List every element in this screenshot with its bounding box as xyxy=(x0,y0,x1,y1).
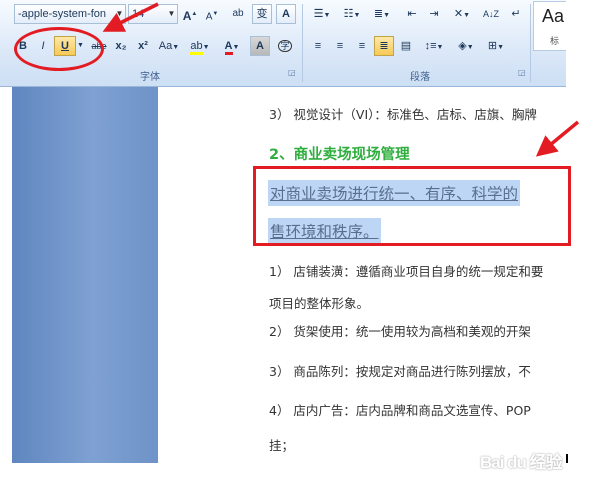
chevron-down-icon: ▼ xyxy=(115,9,124,18)
enclose-char-icon: 字 xyxy=(278,40,292,52)
chevron-down-icon: ▼ xyxy=(167,9,176,18)
justify-icon: ≣ xyxy=(379,40,389,52)
char-shading-icon: A xyxy=(256,40,264,52)
paint-bucket-icon: ◈ xyxy=(458,40,467,52)
bullet-list-icon: ☰ xyxy=(313,8,324,20)
font-size-value: 14 xyxy=(132,8,145,20)
style-sample-name: 标 xyxy=(550,37,560,47)
paragraph-group-label: 段落 xyxy=(410,72,430,83)
align-center-button[interactable]: ≡ xyxy=(330,36,350,56)
grow-font-button[interactable]: A▲ xyxy=(180,4,200,24)
font-color-button[interactable]: A▼ xyxy=(218,36,246,56)
sort-icon: A↓Z xyxy=(482,9,499,19)
decrease-indent-button[interactable]: ⇤ xyxy=(402,4,422,24)
document-page[interactable]: 3） 视觉设计（VI）：标准色、店标、店旗、胸牌 2、商业卖场现场管理 对商业卖… xyxy=(158,87,566,463)
navigation-pane xyxy=(12,87,158,463)
align-left-button[interactable]: ≡ xyxy=(308,36,328,56)
paragraph-dialog-launcher-icon[interactable]: ◲ xyxy=(518,68,526,77)
doc-line-shelves: 2） 货架使用：统一使用较为高档和美观的开架 xyxy=(269,324,531,339)
phonetic-icon: 变 xyxy=(256,8,268,20)
line-spacing-button[interactable]: ↕≡▼ xyxy=(420,36,448,56)
phonetic-guide-button[interactable]: 变 xyxy=(252,4,272,24)
char-border-icon: A xyxy=(282,8,290,20)
character-shading-button[interactable]: A xyxy=(250,36,270,56)
font-group-label: 字体 xyxy=(140,72,160,83)
enclose-characters-button[interactable]: 字 xyxy=(274,36,296,56)
doc-line-display: 3） 商品陈列：按规定对商品进行陈列摆放，不 xyxy=(269,364,531,379)
font-name-combobox[interactable]: -apple-system-fon ▼ xyxy=(14,4,126,24)
doc-line-decoration: 1） 店铺装潢：遵循商业项目自身的统一规定和要 xyxy=(269,264,544,279)
show-marks-button[interactable]: ↵ xyxy=(506,4,526,24)
quick-styles-gallery[interactable]: Aa 标 xyxy=(533,1,566,51)
distribute-icon: ▤ xyxy=(400,40,412,52)
distributed-button[interactable]: ▤ xyxy=(396,36,416,56)
doc-line-vi: 3） 视觉设计（VI）：标准色、店标、店旗、胸牌 xyxy=(269,107,537,122)
chinese-layout-icon: ✕ xyxy=(453,8,464,20)
subscript-button[interactable]: x₂ xyxy=(112,36,130,56)
text-cursor xyxy=(566,454,568,463)
font-color-icon: A xyxy=(224,40,233,55)
borders-button[interactable]: ⊞▼ xyxy=(482,36,510,56)
font-dialog-launcher-icon[interactable]: ◲ xyxy=(288,68,296,77)
font-size-combobox[interactable]: 14 ▼ xyxy=(128,4,178,24)
shading-button[interactable]: ◈▼ xyxy=(452,36,480,56)
annotation-circle xyxy=(14,27,104,71)
change-case-icon: Aa xyxy=(158,40,173,52)
subscript-icon: x₂ xyxy=(115,40,127,52)
multilevel-list-button[interactable]: ≣▼ xyxy=(368,4,396,24)
multilevel-list-icon: ≣ xyxy=(373,8,384,20)
doc-line-hang: 挂； xyxy=(269,438,295,453)
justify-button[interactable]: ≣ xyxy=(374,36,394,56)
character-border-button[interactable]: A xyxy=(276,4,296,24)
line-spacing-icon: ↕≡ xyxy=(424,40,437,52)
watermark: Bai du 经验 xyxy=(480,453,563,472)
align-left-icon: ≡ xyxy=(314,40,322,52)
clear-format-button[interactable]: ab xyxy=(226,4,250,24)
align-right-icon: ≡ xyxy=(358,40,366,52)
numbered-list-icon: ☷ xyxy=(343,8,354,20)
paragraph-mark-icon: ↵ xyxy=(511,8,521,20)
chinese-layout-button[interactable]: ✕▼ xyxy=(448,4,476,24)
superscript-button[interactable]: x² xyxy=(134,36,152,56)
group-separator xyxy=(530,4,531,82)
highlight-button[interactable]: ab▼ xyxy=(186,36,214,56)
highlighter-icon: ab xyxy=(190,40,203,55)
increase-indent-icon: ⇥ xyxy=(429,8,439,20)
sort-button[interactable]: A↓Z xyxy=(480,4,502,24)
align-center-icon: ≡ xyxy=(336,40,344,52)
eraser-icon: ab xyxy=(232,8,244,19)
annotation-selection-box xyxy=(253,166,571,246)
decrease-indent-icon: ⇤ xyxy=(407,8,417,20)
increase-indent-button[interactable]: ⇥ xyxy=(424,4,444,24)
shrink-font-button[interactable]: A▼ xyxy=(202,4,222,24)
doc-line-image: 项目的整体形象。 xyxy=(269,296,370,311)
group-separator xyxy=(302,4,303,82)
bullets-button[interactable]: ☰▼ xyxy=(308,4,336,24)
change-case-button[interactable]: Aa▼ xyxy=(156,36,182,56)
numbering-button[interactable]: ☷▼ xyxy=(338,4,366,24)
section-heading: 2、商业卖场现场管理 xyxy=(269,147,410,163)
align-right-button[interactable]: ≡ xyxy=(352,36,372,56)
style-sample: Aa xyxy=(542,6,565,26)
superscript-icon: x² xyxy=(138,40,148,52)
font-name-value: -apple-system-fon xyxy=(18,8,107,20)
borders-icon: ⊞ xyxy=(487,40,498,52)
doc-line-ads: 4） 店内广告：店内品牌和商品文选宣传、POP xyxy=(269,403,531,418)
